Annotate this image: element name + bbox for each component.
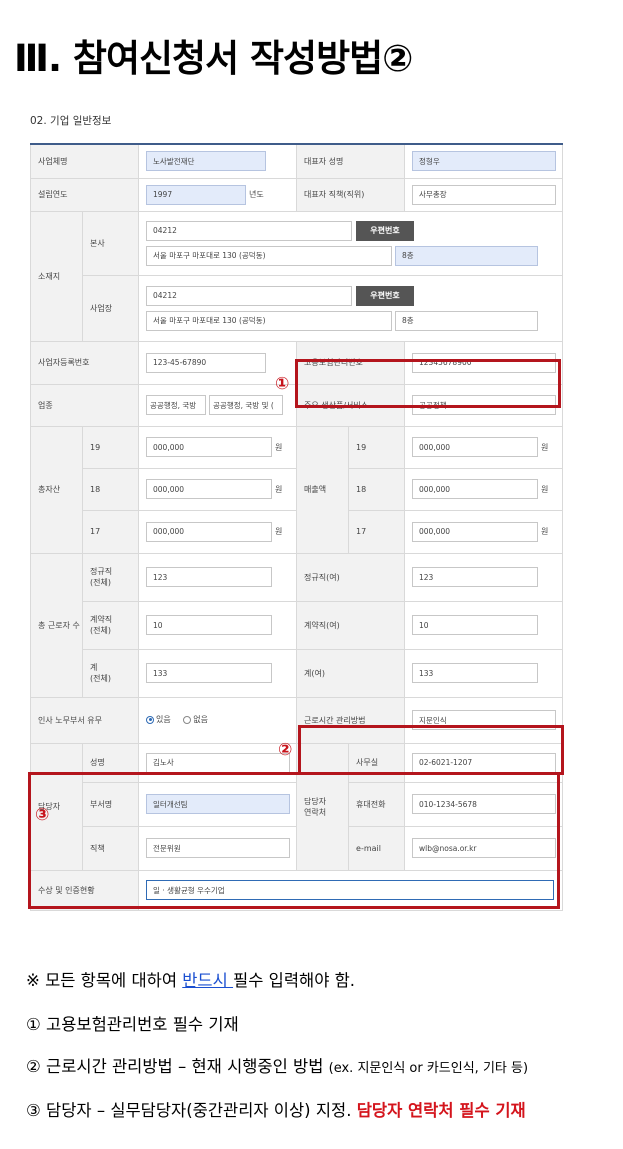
contract-input[interactable]: 10: [146, 615, 273, 635]
regular-input[interactable]: 123: [146, 567, 273, 587]
site-zip-button[interactable]: 우편번호: [356, 285, 415, 306]
won-unit: 원: [541, 484, 549, 494]
est-year-input[interactable]: 1997: [146, 184, 247, 205]
industry-input-2[interactable]: 공공행정, 국방 및 (: [209, 395, 284, 415]
site-address-input[interactable]: 서울 마포구 마포대로 130 (공덕동): [146, 310, 393, 331]
label-regular: 정규직 (전체): [81, 552, 140, 602]
note-line-3: ② 근로시간 관리방법 – 현재 시행중인 방법 (ex. 지문인식 or 카드…: [26, 1053, 528, 1077]
row-finance-18: 18 000,000 원 18 000,000 원: [31, 467, 564, 511]
hq-zip-input[interactable]: 04212: [146, 220, 353, 241]
row-biz-name: 사업체명 노사발전재단 대표자 성명 정형우: [29, 143, 564, 179]
assets-19-input[interactable]: 000,000: [146, 437, 273, 457]
hr-yes-radio[interactable]: 있음: [146, 714, 171, 725]
sum-input[interactable]: 133: [146, 663, 273, 683]
label-regular-female: 정규직(여): [296, 552, 406, 602]
label-ceo-name: 대표자 성명: [296, 143, 406, 179]
row-finance-19: 총자산 19 000,000 원 매출액 19 000,000 원: [30, 425, 564, 554]
sum-female-input[interactable]: 133: [412, 663, 539, 683]
radio-selected-icon: [146, 715, 155, 724]
hq-zip-button[interactable]: 우편번호: [356, 220, 415, 241]
won-unit: 원: [541, 527, 549, 536]
row-est-year: 설립연도 1997 년도 대표자 직책(직위) 사무총장: [29, 177, 564, 212]
note-line-1: ※ 모든 항목에 대하여 반드시 필수 입력해야 함.: [26, 967, 355, 991]
industry-input-1[interactable]: 공공행정, 국방: [146, 395, 207, 415]
hq-address-input[interactable]: 서울 마포구 마포대로 130 (공덕동): [146, 245, 393, 266]
assets-year-17: 17: [81, 509, 140, 554]
marker-2: ②: [278, 740, 293, 760]
hq-detail-input[interactable]: 8층: [395, 245, 539, 266]
sales-18-input[interactable]: 000,000: [412, 479, 539, 499]
biz-name-input[interactable]: 노사발전재단: [146, 151, 267, 172]
label-sales: 매출액: [296, 425, 350, 554]
ceo-position-input[interactable]: 사무총장: [412, 184, 557, 205]
won-unit: 원: [275, 484, 283, 494]
label-reg-no: 사업자등록번호: [29, 340, 140, 385]
year-unit: 년도: [249, 190, 264, 199]
row-workers-regular: 총 근로자 수 정규직 (전체) 123 정규직(여) 123: [30, 552, 564, 698]
ceo-name-input[interactable]: 정형우: [412, 151, 557, 172]
hr-no-radio[interactable]: 없음: [183, 714, 208, 725]
contract-female-input[interactable]: 10: [412, 615, 539, 635]
reg-no-input[interactable]: 123-45-67890: [146, 352, 267, 373]
sales-17-input[interactable]: 000,000: [412, 521, 539, 542]
label-hq: 본사: [81, 210, 140, 276]
marker-1: ①: [275, 374, 290, 394]
won-unit: 원: [541, 442, 549, 452]
label-est-year: 설립연도: [29, 177, 140, 212]
sales-19-input[interactable]: 000,000: [412, 437, 539, 457]
site-detail-input[interactable]: 8층: [395, 310, 539, 331]
label-location: 소재지: [30, 210, 83, 342]
regular-female-input[interactable]: 123: [412, 567, 539, 587]
label-ceo-position: 대표자 직책(직위): [296, 177, 406, 212]
marker-3: ③: [35, 805, 50, 825]
row-workers-contract: 계약직 (전체) 10 계약직(여) 10: [31, 600, 564, 650]
note-line-4-text: ③ 담당자 – 실무담당자(중간관리자 이상) 지정.: [26, 1101, 357, 1120]
sales-year-19: 19: [348, 425, 406, 469]
label-total-workers: 총 근로자 수: [30, 552, 83, 698]
label-assets: 총자산: [30, 425, 83, 554]
note-line-1-emphasis: 반드시: [182, 971, 234, 990]
highlight-box-3: [28, 772, 560, 909]
assets-year-18: 18: [81, 467, 140, 511]
sales-year-18: 18: [348, 467, 406, 511]
page-title: Ⅲ. 참여신청서 작성방법②: [14, 37, 413, 80]
row-site-address: 사업장 04212 우편번호 서울 마포구 마포대로 130 (공덕동) 8층: [31, 274, 564, 342]
note-line-1-text: ※ 모든 항목에 대하여: [26, 971, 183, 990]
label-industry: 업종: [29, 383, 140, 427]
label-contract-female: 계약직(여): [296, 600, 406, 650]
name-input[interactable]: 김노사: [146, 752, 291, 773]
hr-yes-label: 있음: [156, 715, 171, 725]
row-hq-address: 소재지 본사 04212 우편번호 서울 마포구 마포대로 130 (공덕동) 8층: [30, 210, 564, 342]
assets-year-19: 19: [81, 425, 140, 469]
label-hr-dept: 인사 노무부서 유무: [29, 696, 140, 744]
highlight-box-2: [298, 725, 564, 775]
label-biz-name: 사업체명: [29, 143, 140, 179]
label-site: 사업장: [81, 274, 140, 342]
highlight-box-1: [295, 359, 561, 408]
label-sum-female: 계(여): [296, 648, 406, 698]
note-line-2: ① 고용보험관리번호 필수 기재: [26, 1015, 239, 1034]
hr-no-label: 없음: [193, 715, 209, 725]
sales-year-17: 17: [348, 509, 406, 554]
note-line-3-text: ② 근로시간 관리방법 – 현재 시행중인 방법: [26, 1057, 329, 1076]
note-line-1-rest: 필수 입력해야 함.: [233, 971, 356, 990]
section-title: 02. 기업 일반정보: [30, 115, 112, 127]
site-zip-input[interactable]: 04212: [146, 285, 353, 306]
assets-18-input[interactable]: 000,000: [146, 479, 273, 499]
won-unit: 원: [275, 442, 283, 452]
label-sum: 계 (전체): [81, 648, 140, 698]
assets-17-input[interactable]: 000,000: [146, 521, 273, 542]
row-workers-sum: 계 (전체) 133 계(여) 133: [31, 648, 564, 698]
radio-empty-icon: [183, 715, 192, 724]
note-line-4-emphasis: 담당자 연락처 필수 기재: [356, 1101, 526, 1120]
label-contract: 계약직 (전체): [81, 600, 140, 650]
note-line-4: ③ 담당자 – 실무담당자(중간관리자 이상) 지정. 담당자 연락처 필수 기…: [26, 1097, 526, 1121]
note-line-3-example: (ex. 지문인식 or 카드인식, 기타 등): [328, 1061, 529, 1076]
won-unit: 원: [275, 527, 283, 536]
row-finance-17: 17 000,000 원 17 000,000 원: [31, 509, 564, 554]
